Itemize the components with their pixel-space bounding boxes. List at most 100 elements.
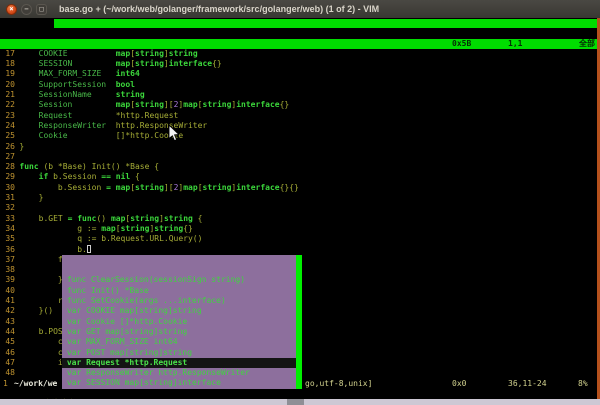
code-segment: i <box>19 358 62 367</box>
code-line[interactable]: 19 MAX_FORM_SIZE int64 <box>0 69 600 79</box>
code-segment: { <box>193 214 203 223</box>
line-number: 46 <box>0 348 15 358</box>
minimize-icon: − <box>24 5 28 13</box>
code-line[interactable]: 36 b. <box>0 245 600 255</box>
completion-item[interactable]: func ClearSession(sessionSign string) <box>62 275 302 285</box>
code-line[interactable]: 27 <box>0 152 600 162</box>
cursor-position: 1,1 <box>508 39 522 49</box>
code-line[interactable]: 18 SESSION map[string]interface{} <box>0 59 600 69</box>
code-line[interactable]: 33 b.GET = func() map[string]string { <box>0 214 600 224</box>
completion-item[interactable]: func SetCookie(args ...interface) <box>62 296 302 306</box>
code-segment: interface <box>236 100 279 109</box>
code-line[interactable]: 23 Request *http.Request <box>0 111 600 121</box>
code-segment: http.ResponseWriter <box>106 121 207 130</box>
vim-window: × − □ base.go + (~/work/web/golanger/fra… <box>0 0 600 405</box>
file-path: ~/work/we <box>14 379 57 389</box>
window-number: 1 <box>3 379 8 389</box>
completion-popup: func ClearSession(sessionSign string) fu… <box>62 255 302 389</box>
minibuf-row: 2+ base.go <box>0 18 600 28</box>
line-number: 26 <box>0 142 15 152</box>
code-line[interactable]: 34 g := map[string]string{} <box>0 224 600 234</box>
completion-item[interactable]: var MAX_FORM_SIZE int64 <box>62 337 302 347</box>
code-segment <box>19 69 38 78</box>
code-segment: string <box>135 59 164 68</box>
line-number: 48 <box>0 368 15 378</box>
code-line[interactable]: 35 q := b.Request.URL.Query() <box>0 234 600 244</box>
code-line[interactable]: 21 SessionName string <box>0 90 600 100</box>
completion-item[interactable]: var COOKIE map[string]string <box>62 306 302 316</box>
line-number: 45 <box>0 337 15 347</box>
line-number: 44 <box>0 327 15 337</box>
completion-item[interactable]: var Cookie []*http.Cookie <box>62 317 302 327</box>
code-segment: }() <box>19 306 53 315</box>
close-icon: × <box>9 5 13 13</box>
code-segment: b. <box>19 245 86 254</box>
code-line[interactable]: 17 COOKIE map[string]string <box>0 49 600 59</box>
code-segment: b.Session <box>48 172 101 181</box>
code-segment: Request <box>39 111 73 120</box>
line-number: 22 <box>0 100 15 110</box>
completion-items: func ClearSession(sessionSign string) fu… <box>62 275 302 388</box>
line-number: 23 <box>0 111 15 121</box>
code-segment: {} <box>280 100 290 109</box>
code-segment: string <box>135 183 164 192</box>
minimize-button[interactable]: − <box>21 4 32 15</box>
titlebar[interactable]: × − □ base.go + (~/work/web/golanger/fra… <box>0 0 600 18</box>
cursor-position: 36,11-24 <box>508 379 547 389</box>
code-line[interactable]: 24 ResponseWriter http.ResponseWriter <box>0 121 600 131</box>
buffer-tabs: [1:base.go]*[2:page.go] <box>0 28 600 38</box>
code-segment: {} <box>183 224 193 233</box>
code-line[interactable]: 29 if b.Session == nil { <box>0 172 600 182</box>
code-segment: q := b.Request.URL.Query() <box>19 234 202 243</box>
code-line[interactable]: 31 } <box>0 193 600 203</box>
code-segment: string <box>154 224 183 233</box>
code-segment: string <box>169 49 198 58</box>
code-segment <box>19 100 38 109</box>
code-segment: map <box>101 224 115 233</box>
line-number: 30 <box>0 183 15 193</box>
code-segment: map <box>116 49 130 58</box>
code-line[interactable]: 28func (b *Base) Init() *Base { <box>0 162 600 172</box>
code-segment: ResponseWriter <box>39 121 106 130</box>
completion-item[interactable]: func Init() *Base <box>62 286 302 296</box>
code-line[interactable]: 25 Cookie []*http.Cookie <box>0 131 600 141</box>
code-segment: string <box>164 214 193 223</box>
code-segment <box>19 90 38 99</box>
code-segment: map <box>116 100 130 109</box>
code-segment: map <box>111 214 125 223</box>
maximize-icon: □ <box>39 5 43 13</box>
code-segment: int64 <box>116 69 140 78</box>
close-button[interactable]: × <box>6 4 17 15</box>
code-segment: } <box>19 275 62 284</box>
popup-scrollbar[interactable] <box>296 255 302 389</box>
line-number: 20 <box>0 80 15 90</box>
code-segment: Session <box>39 100 73 109</box>
minibuf-highlight-bar <box>54 19 597 28</box>
completion-item[interactable]: var Request *http.Request <box>62 358 302 368</box>
line-number: 25 <box>0 131 15 141</box>
completion-item[interactable]: var GET map[string]string <box>62 327 302 337</box>
code-segment: () <box>96 214 110 223</box>
code-segment <box>106 80 116 89</box>
code-line[interactable]: 32 <box>0 203 600 213</box>
code-segment: string <box>203 183 232 192</box>
code-line[interactable]: 30 b.Session = map[string][2]map[string]… <box>0 183 600 193</box>
code-segment <box>68 49 116 58</box>
code-line[interactable]: 20 SupportSession bool <box>0 80 600 90</box>
code-segment: MAX_FORM_SIZE <box>39 69 102 78</box>
line-number: 43 <box>0 317 15 327</box>
text-cursor <box>87 245 91 253</box>
hex-value: 0x5B <box>452 39 471 49</box>
code-line[interactable]: 22 Session map[string][2]map[string]inte… <box>0 100 600 110</box>
completion-item[interactable]: var SESSION map[string]interface <box>62 378 302 388</box>
maximize-button[interactable]: □ <box>36 4 47 15</box>
code-segment: g := <box>19 224 101 233</box>
code-line[interactable]: 26} <box>0 142 600 152</box>
line-number: 41 <box>0 296 15 306</box>
file-info: go,utf-8,unix] <box>305 379 372 389</box>
line-number: 47 <box>0 358 15 368</box>
completion-item[interactable]: var POST map[string]string <box>62 348 302 358</box>
completion-item[interactable]: var ResponseWriter http.ResponseWriter <box>62 368 302 378</box>
line-number: 31 <box>0 193 15 203</box>
scroll-indicator: 8% <box>578 379 588 389</box>
